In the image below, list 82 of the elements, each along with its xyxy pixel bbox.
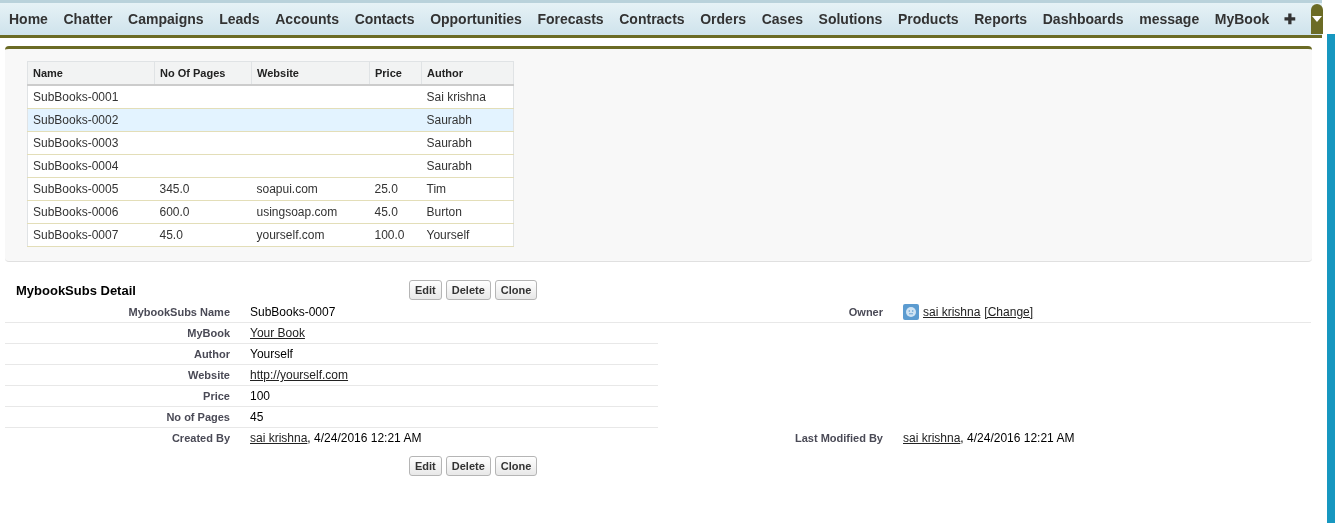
table-cell: 45.0 — [159, 228, 183, 242]
table-cell: SubBooks-0003 — [33, 136, 119, 150]
table-cell: Yourself — [426, 228, 470, 242]
nav-tab[interactable]: MyBook — [1207, 11, 1277, 27]
table-cell: yourself.com — [256, 228, 325, 242]
action-button[interactable]: Edit — [409, 456, 442, 476]
table-cell: Sai krishna — [426, 90, 486, 104]
column-header: Price — [369, 61, 422, 85]
field-value: SubBooks-0007 — [250, 305, 336, 319]
action-button[interactable]: Edit — [409, 280, 442, 300]
field-label: No of Pages — [165, 411, 231, 423]
nav-tab[interactable]: Forecasts — [530, 11, 611, 27]
table-row[interactable]: SubBooks-0006 600.0 usingsoap.com 45.0 Burton — [27, 200, 514, 224]
column-header: Author — [421, 61, 514, 85]
table-cell: SubBooks-0006 — [33, 205, 119, 219]
dropdown-button[interactable] — [1311, 4, 1324, 34]
field-label: Created By — [170, 432, 231, 444]
nav-tab[interactable]: Home — [2, 11, 55, 27]
avatar-icon — [903, 304, 919, 320]
nav-tab[interactable]: Cases — [754, 11, 810, 27]
table-cell: 345.0 — [159, 182, 190, 196]
field-value: , 4/24/2016 12:21 AM — [960, 431, 1075, 445]
table-cell: Saurabh — [426, 159, 472, 173]
action-button[interactable]: Delete — [445, 280, 491, 300]
table-row[interactable]: SubBooks-0007 45.0 yourself.com 100.0 Yourself — [27, 223, 514, 247]
column-header: Name — [27, 61, 155, 85]
table-row[interactable]: SubBooks-0004 Saurabh — [27, 154, 514, 178]
table-cell: usingsoap.com — [256, 205, 338, 219]
table-cell: SubBooks-0001 — [33, 90, 119, 104]
field-value: 100 — [250, 389, 271, 403]
nav-tab[interactable]: Products — [890, 11, 966, 27]
field-label: Price — [202, 390, 231, 402]
table-cell: 45.0 — [374, 205, 398, 219]
field-label: Author — [192, 348, 231, 360]
field-label: MyBook — [186, 327, 231, 339]
table-row[interactable]: SubBooks-0002 Saurabh — [27, 108, 514, 132]
field-label: Website — [187, 369, 231, 381]
field-label: Owner — [847, 306, 884, 318]
action-button[interactable]: Clone — [494, 456, 538, 476]
table-cell: 25.0 — [374, 182, 398, 196]
field-link[interactable]: sai krishna — [923, 305, 981, 319]
nav-tab[interactable]: Accounts — [268, 11, 347, 27]
field-label: Last Modified By — [794, 432, 884, 444]
nav-tab[interactable]: Chatter — [56, 11, 120, 27]
column-header: Website — [251, 61, 370, 85]
section-title: MybookSubs Detail — [15, 282, 137, 298]
table-row[interactable]: SubBooks-0003 Saurabh — [27, 131, 514, 155]
field-value: , 4/24/2016 12:21 AM — [307, 431, 422, 445]
table-cell: Burton — [426, 205, 462, 219]
nav-tab[interactable]: Contacts — [347, 11, 422, 27]
action-button[interactable]: Clone — [494, 280, 538, 300]
table-cell: soapui.com — [256, 182, 318, 196]
table-row[interactable]: SubBooks-0001 Sai krishna — [27, 85, 514, 109]
field-value: Yourself — [250, 347, 293, 361]
table-cell: SubBooks-0007 — [33, 228, 119, 242]
column-header: No Of Pages — [154, 61, 252, 85]
table-cell: Tim — [426, 182, 447, 196]
nav-tab[interactable]: Opportunities — [423, 11, 529, 27]
field-link[interactable]: Your Book — [250, 326, 305, 340]
field-label: MybookSubs Name — [127, 306, 231, 318]
nav-tab[interactable]: Contracts — [612, 11, 692, 27]
table-cell: SubBooks-0005 — [33, 182, 119, 196]
field-value: 45 — [250, 410, 264, 424]
table-cell: 100.0 — [374, 228, 405, 242]
table-cell: Saurabh — [426, 113, 472, 127]
table-cell: SubBooks-0002 — [33, 113, 119, 127]
nav-tab[interactable]: Campaigns — [121, 11, 211, 27]
nav-tab[interactable]: Leads — [212, 11, 267, 27]
table-cell: 600.0 — [159, 205, 190, 219]
table-cell: Saurabh — [426, 136, 472, 150]
field-link[interactable]: http://yourself.com — [250, 368, 349, 382]
nav-tab[interactable]: message — [1132, 11, 1207, 27]
nav-tab[interactable]: Reports — [967, 11, 1035, 27]
nav-tab[interactable]: Dashboards — [1035, 11, 1131, 27]
add-tab[interactable]: ✚ — [1277, 11, 1306, 27]
field-link[interactable]: [Change] — [984, 305, 1034, 319]
table-cell: SubBooks-0004 — [33, 159, 119, 173]
nav-tab[interactable]: Orders — [693, 11, 754, 27]
table-row[interactable]: SubBooks-0005 345.0 soapui.com 25.0 Tim — [27, 177, 514, 201]
caret-icon — [1311, 15, 1324, 23]
nav-tab[interactable]: Solutions — [811, 11, 890, 27]
action-button[interactable]: Delete — [445, 456, 491, 476]
